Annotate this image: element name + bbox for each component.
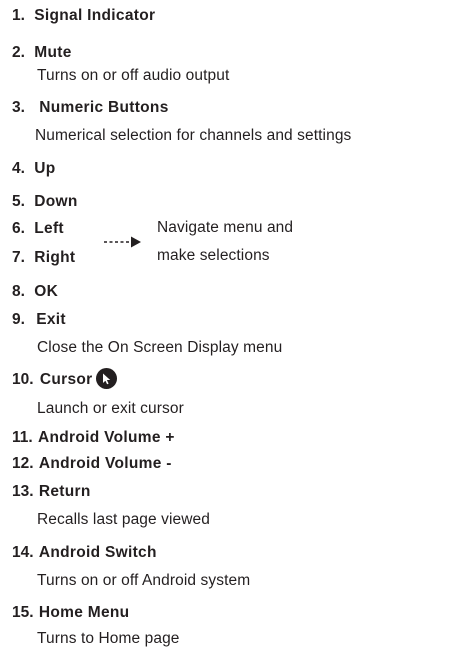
item-3-desc: Numerical selection for channels and set…: [35, 127, 352, 144]
item-number: 2.: [12, 44, 25, 61]
item-15-desc: Turns to Home page: [37, 630, 180, 647]
item-title: Up: [34, 160, 56, 177]
item-13-desc: Recalls last page viewed: [37, 511, 210, 528]
item-5: 5. Down: [12, 193, 78, 211]
item-number: 8.: [12, 283, 25, 300]
item-title: Right: [34, 249, 76, 266]
navigate-note-line1: Navigate menu and: [157, 219, 294, 236]
item-13: 13. Return: [12, 483, 91, 501]
dotted-arrow-icon: [104, 236, 141, 248]
item-11: 11. Android Volume +: [12, 429, 175, 447]
item-title: Android Switch: [38, 544, 157, 561]
item-title: Android Volume +: [38, 429, 175, 446]
item-3: 3. Numeric Buttons: [12, 99, 169, 117]
item-title: Down: [34, 193, 78, 210]
item-1: 1. Signal Indicator: [12, 7, 155, 25]
item-title: Numeric Buttons: [39, 99, 169, 116]
item-9-desc: Close the On Screen Display menu: [37, 339, 283, 356]
item-number: 12.: [12, 455, 34, 472]
item-title: Home Menu: [38, 604, 130, 621]
item-number: 5.: [12, 193, 25, 210]
item-6: 6. Left: [12, 220, 64, 238]
item-14-desc: Turns on or off Android system: [37, 572, 251, 589]
item-7: 7. Right: [12, 249, 75, 267]
item-number: 6.: [12, 220, 25, 237]
item-number: 9.: [12, 311, 25, 328]
item-number: 13.: [12, 483, 34, 500]
item-14: 14. Android Switch: [12, 544, 157, 562]
item-number: 7.: [12, 249, 25, 266]
item-12: 12. Android Volume -: [12, 455, 172, 473]
item-8: 8. OK: [12, 283, 58, 301]
item-title: Cursor: [39, 371, 93, 388]
item-title: Signal Indicator: [34, 7, 156, 24]
item-number: 11.: [12, 429, 33, 446]
item-title: Left: [34, 220, 64, 237]
item-number: 15.: [12, 604, 34, 621]
item-title: Exit: [36, 311, 66, 328]
item-10-desc: Launch or exit cursor: [37, 400, 184, 417]
item-title: Mute: [34, 44, 72, 61]
item-number: 1.: [12, 7, 25, 24]
item-2-desc: Turns on or off audio output: [37, 67, 230, 84]
item-number: 4.: [12, 160, 25, 177]
item-title: Android Volume -: [38, 455, 172, 472]
item-10: 10. Cursor: [12, 371, 93, 389]
item-number: 10.: [12, 371, 34, 388]
item-number: 3.: [12, 99, 25, 116]
item-title: Return: [38, 483, 91, 500]
item-2: 2. Mute: [12, 44, 72, 62]
cursor-pointer-icon: [96, 368, 117, 389]
item-number: 14.: [12, 544, 34, 561]
navigate-note-line2: make selections: [157, 247, 270, 264]
item-9: 9. Exit: [12, 311, 66, 329]
item-15: 15. Home Menu: [12, 604, 129, 622]
item-4: 4. Up: [12, 160, 56, 178]
item-title: OK: [34, 283, 59, 300]
